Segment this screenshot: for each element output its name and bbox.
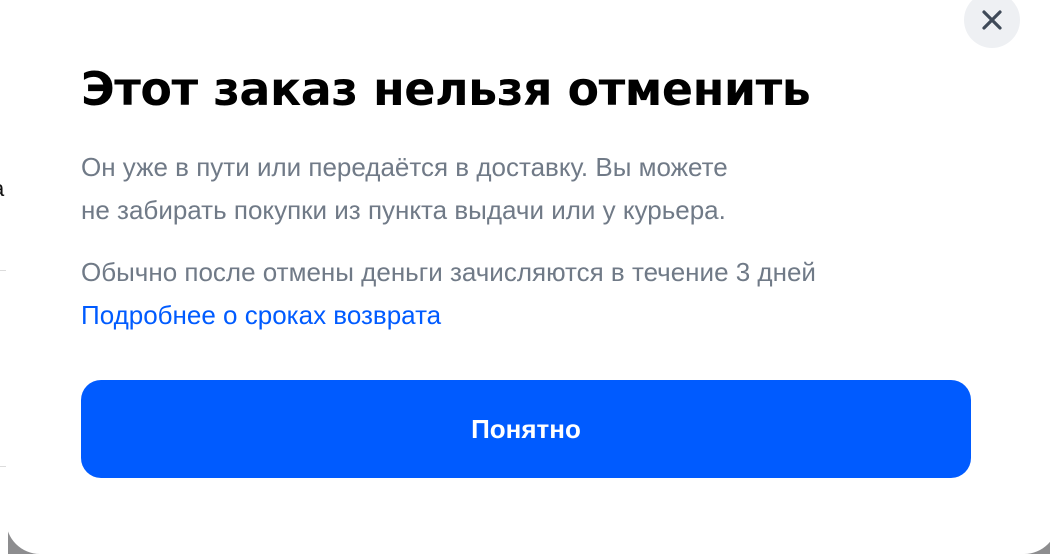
refund-info: Обычно после отмены деньги зачисляются в… xyxy=(81,251,816,337)
refund-terms-link[interactable]: Подробнее о сроках возврата xyxy=(81,300,441,330)
dialog-description: Он уже в пути или передаётся в доставку.… xyxy=(81,146,728,232)
dialog-title: Этот заказ нельзя отменить xyxy=(81,62,811,116)
close-icon xyxy=(982,10,1002,30)
background-partial-text: а xyxy=(0,176,4,202)
description-line: Он уже в пути или передаётся в доставку.… xyxy=(81,152,728,182)
description-line: не забирать покупки из пункта выдачи или… xyxy=(81,195,726,225)
ok-button[interactable]: Понятно xyxy=(81,380,971,478)
refund-info-text: Обычно после отмены деньги зачисляются в… xyxy=(81,257,816,287)
